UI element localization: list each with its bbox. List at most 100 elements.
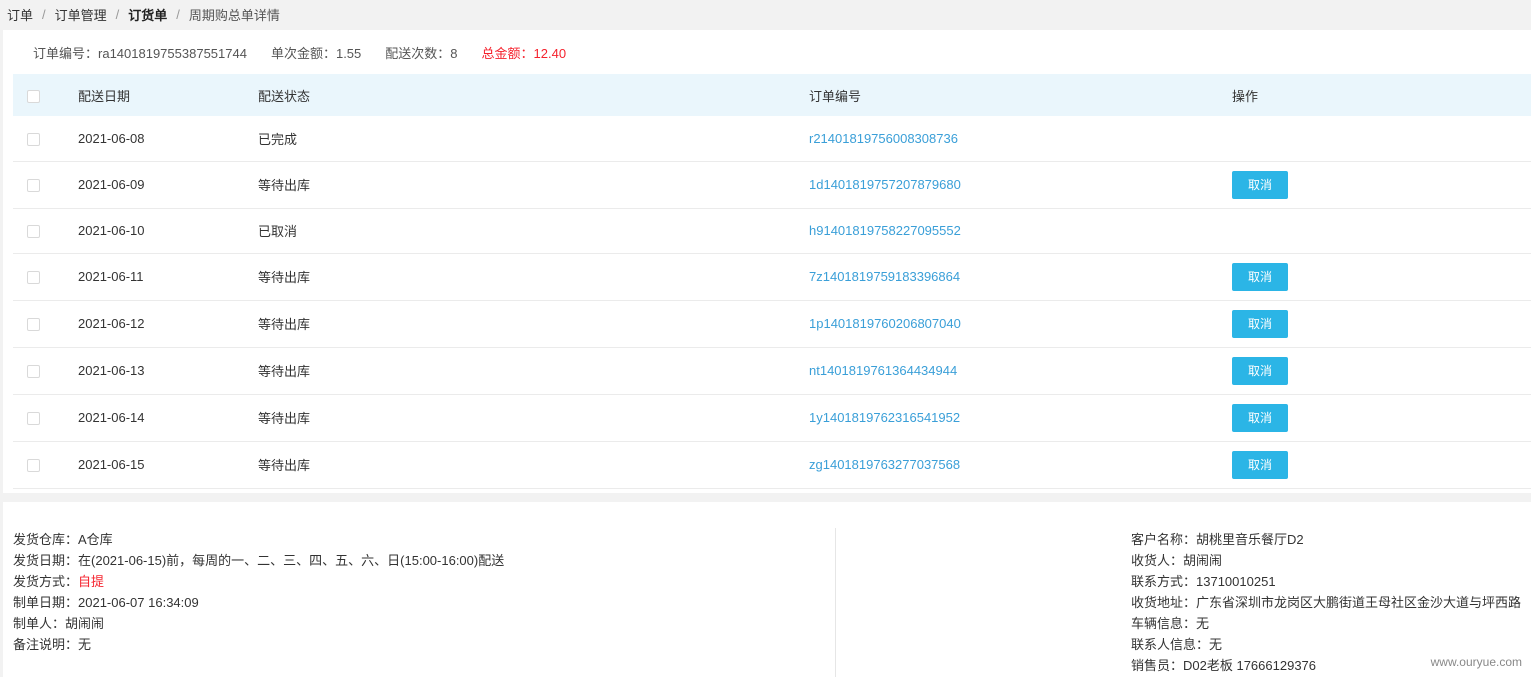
table-row: 2021-06-08 已完成 r21401819756008308736 <box>13 116 1531 162</box>
breadcrumb-orders[interactable]: 订单 <box>7 5 33 24</box>
header-select-all[interactable] <box>13 74 78 116</box>
row-order-link[interactable]: r21401819756008308736 <box>806 116 1232 162</box>
row-status: 等待出库 <box>258 161 806 209</box>
info-warehouse: 发货仓库：A仓库 <box>13 532 113 547</box>
row-select-cell[interactable] <box>13 161 78 209</box>
breadcrumb-purchase-orders[interactable]: 订货单 <box>128 5 167 24</box>
info-created-date: 制单日期：2021-06-07 16:34:09 <box>13 595 199 610</box>
row-checkbox[interactable] <box>27 412 40 426</box>
row-order-link[interactable]: zg1401819763277037568 <box>806 441 1232 489</box>
summary-order-no: 订单编号：ra1401819755387551744 <box>33 46 247 61</box>
info-remark: 备注说明：无 <box>13 637 92 652</box>
info-ship-date: 发货日期：在(2021-06-15)前，每周的一、二、三、四、五、六、日(15:… <box>13 553 505 568</box>
summary-delivery-times: 配送次数：8 <box>385 46 458 61</box>
row-status: 等待出库 <box>258 253 806 301</box>
order-summary: 订单编号：ra1401819755387551744 单次金额：1.55 配送次… <box>33 43 590 62</box>
info-vehicle: 车辆信息：无 <box>1131 616 1210 631</box>
info-receiver: 收货人：胡闹闹 <box>1131 553 1223 568</box>
cancel-button[interactable]: 取消 <box>1232 309 1288 338</box>
row-select-cell[interactable] <box>13 441 78 489</box>
summary-unit-amount: 单次金额：1.55 <box>270 46 362 61</box>
table-row: 2021-06-14 等待出库 1y1401819762316541952 取消 <box>13 394 1531 442</box>
breadcrumb: 订单 / 订单管理 / 订货单 / 周期购总单详情 <box>0 0 1531 28</box>
row-order-link[interactable]: 1y1401819762316541952 <box>806 394 1232 442</box>
vertical-divider <box>835 528 836 677</box>
table-row: 2021-06-11 等待出库 7z1401819759183396864 取消 <box>13 253 1531 301</box>
delivery-rows: 2021-06-08 已完成 r21401819756008308736 2021-0… <box>13 116 1531 489</box>
row-date: 2021-06-15 <box>78 441 258 489</box>
row-date: 2021-06-14 <box>78 394 258 442</box>
table-header-row: 配送日期 配送状态 订单编号 操作 <box>13 74 1531 116</box>
header-date: 配送日期 <box>78 74 258 116</box>
row-date: 2021-06-11 <box>78 253 258 301</box>
row-order-link[interactable]: 7z1401819759183396864 <box>806 253 1232 301</box>
shipping-info-left: 发货仓库：A仓库 发货日期：在(2021-06-15)前，每周的一、二、三、四、… <box>13 529 504 655</box>
summary-total-amount: 总金额：12.40 <box>481 46 567 61</box>
info-creator: 制单人：胡闹闹 <box>13 616 105 631</box>
row-select-cell[interactable] <box>13 116 78 162</box>
row-checkbox[interactable] <box>27 459 40 473</box>
row-status: 等待出库 <box>258 300 806 348</box>
cancel-button[interactable]: 取消 <box>1232 356 1288 385</box>
row-order-link[interactable]: nt1401819761364434944 <box>806 347 1232 395</box>
row-select-cell[interactable] <box>13 394 78 442</box>
row-actions <box>1232 208 1531 254</box>
breadcrumb-separator: / <box>176 6 180 22</box>
select-all-checkbox[interactable] <box>27 89 40 103</box>
table-row: 2021-06-12 等待出库 1p1401819760206807040 取消 <box>13 300 1531 348</box>
row-checkbox[interactable] <box>27 132 40 146</box>
row-order-link[interactable]: h91401819758227095552 <box>806 208 1232 254</box>
order-detail-panel: 订单编号：ra1401819755387551744 单次金额：1.55 配送次… <box>3 30 1531 493</box>
table-row: 2021-06-10 已取消 h91401819758227095552 <box>13 208 1531 254</box>
row-checkbox[interactable] <box>27 318 40 332</box>
row-date: 2021-06-08 <box>78 116 258 162</box>
row-actions: 取消 <box>1232 300 1531 348</box>
row-checkbox[interactable] <box>27 365 40 379</box>
row-status: 等待出库 <box>258 441 806 489</box>
breadcrumb-order-management[interactable]: 订单管理 <box>55 5 107 24</box>
cancel-button[interactable]: 取消 <box>1232 403 1288 432</box>
info-customer: 客户名称：胡桃里音乐餐厅D2 <box>1131 532 1304 547</box>
row-order-link[interactable]: 1d1401819757207879680 <box>806 161 1232 209</box>
header-actions: 操作 <box>1232 74 1531 116</box>
table-row: 2021-06-09 等待出库 1d1401819757207879680 取消 <box>13 161 1531 209</box>
header-status: 配送状态 <box>258 74 806 116</box>
shipping-info-panel: 发货仓库：A仓库 发货日期：在(2021-06-15)前，每周的一、二、三、四、… <box>3 502 1531 677</box>
info-contact-person: 联系人信息：无 <box>1131 637 1223 652</box>
row-date: 2021-06-13 <box>78 347 258 395</box>
row-actions: 取消 <box>1232 161 1531 209</box>
row-select-cell[interactable] <box>13 208 78 254</box>
row-order-link[interactable]: 1p1401819760206807040 <box>806 300 1232 348</box>
watermark: www.ouryue.com <box>1430 655 1522 669</box>
row-status: 已完成 <box>258 116 806 162</box>
shipping-info-right: 客户名称：胡桃里音乐餐厅D2 收货人：胡闹闹 联系方式：13710010251 … <box>1131 529 1521 676</box>
row-select-cell[interactable] <box>13 347 78 395</box>
row-status: 已取消 <box>258 208 806 254</box>
header-order-no: 订单编号 <box>806 74 1232 116</box>
cancel-button[interactable]: 取消 <box>1232 170 1288 199</box>
breadcrumb-separator: / <box>115 6 120 22</box>
table-row: 2021-06-13 等待出库 nt1401819761364434944 取消 <box>13 347 1531 395</box>
row-status: 等待出库 <box>258 347 806 395</box>
row-checkbox[interactable] <box>27 271 40 285</box>
info-address: 收货地址：广东省深圳市龙岗区大鹏街道王母社区金沙大道与坪西路 <box>1131 595 1522 610</box>
row-select-cell[interactable] <box>13 253 78 301</box>
info-ship-method: 发货方式：自提 <box>13 574 105 589</box>
row-select-cell[interactable] <box>13 300 78 348</box>
row-date: 2021-06-09 <box>78 161 258 209</box>
cancel-button[interactable]: 取消 <box>1232 262 1288 291</box>
row-date: 2021-06-10 <box>78 208 258 254</box>
table-row: 2021-06-15 等待出库 zg1401819763277037568 取消 <box>13 441 1531 489</box>
row-actions: 取消 <box>1232 441 1531 489</box>
row-actions: 取消 <box>1232 253 1531 301</box>
delivery-table: 配送日期 配送状态 订单编号 操作 2021-06-08 已完成 r21401819… <box>13 74 1531 489</box>
breadcrumb-current: 周期购总单详情 <box>188 7 280 23</box>
row-checkbox[interactable] <box>27 225 40 239</box>
row-actions: 取消 <box>1232 394 1531 442</box>
row-status: 等待出库 <box>258 394 806 442</box>
info-contact: 联系方式：13710010251 <box>1131 574 1276 589</box>
cancel-button[interactable]: 取消 <box>1232 450 1288 479</box>
row-checkbox[interactable] <box>27 179 40 193</box>
row-actions <box>1232 116 1531 162</box>
row-actions: 取消 <box>1232 347 1531 395</box>
